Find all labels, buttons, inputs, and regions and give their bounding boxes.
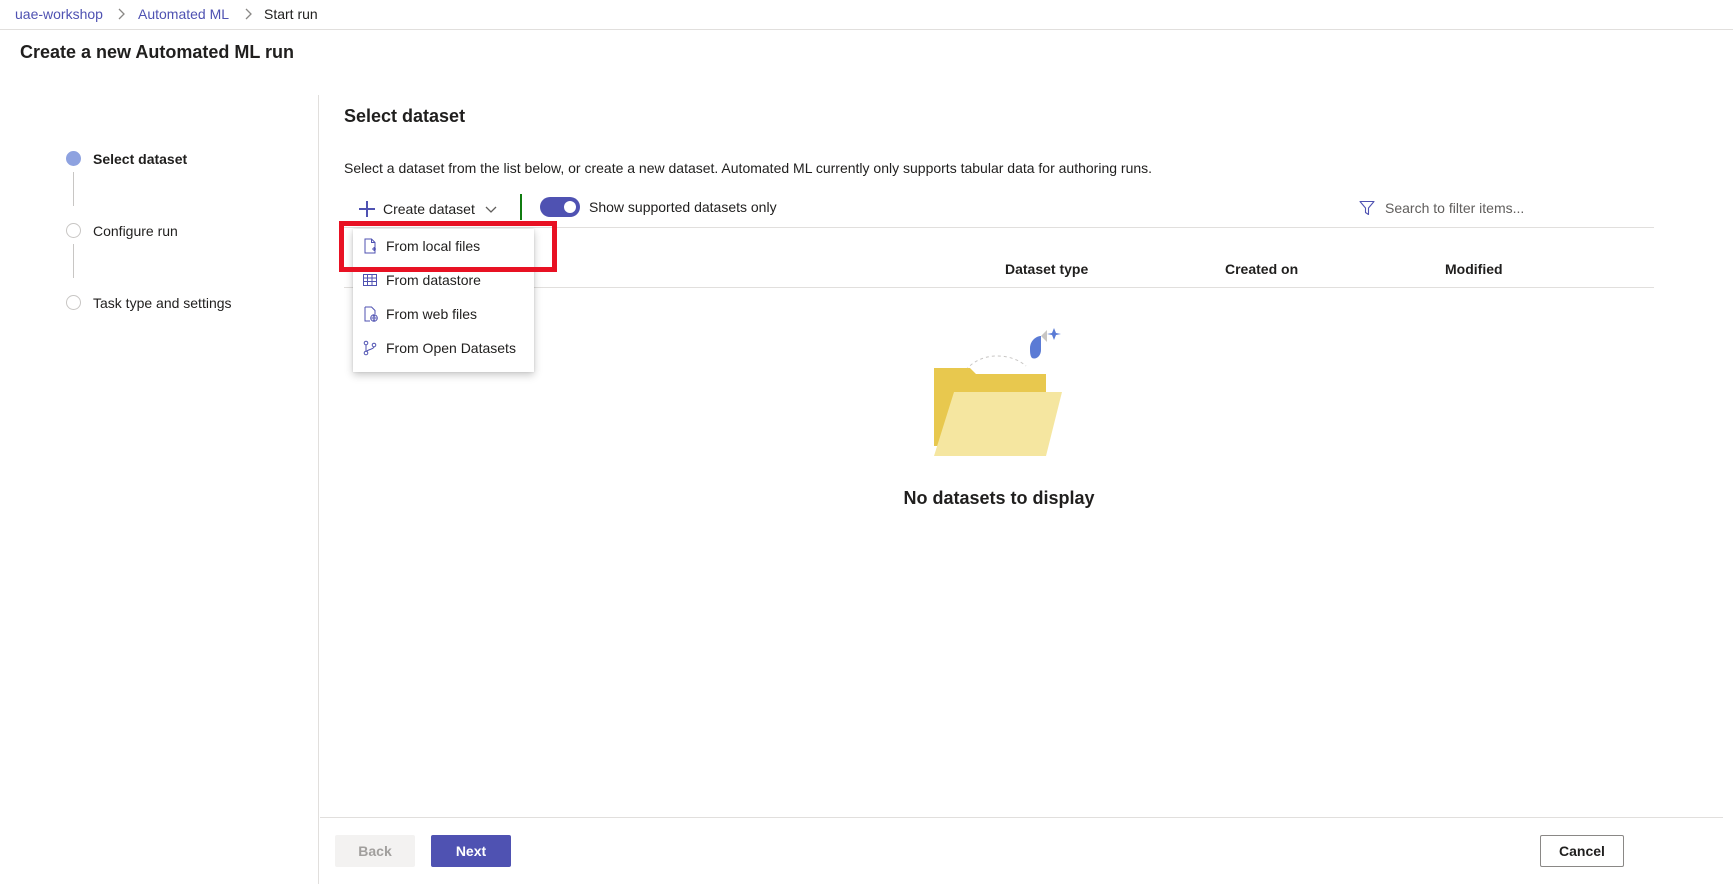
- breadcrumb-automl-link[interactable]: Automated ML: [138, 5, 229, 23]
- menu-item-from-datastore[interactable]: From datastore: [353, 263, 534, 297]
- create-dataset-button[interactable]: Create dataset: [359, 194, 497, 224]
- cancel-button[interactable]: Cancel: [1540, 835, 1624, 867]
- chevron-right-icon: [118, 8, 125, 20]
- web-file-icon: [364, 306, 378, 322]
- toolbar-divider: [520, 194, 522, 220]
- step-indicator-icon: [66, 151, 81, 166]
- menu-item-label: From Open Datasets: [386, 340, 516, 356]
- filter-icon: [1359, 200, 1375, 216]
- menu-item-from-open-datasets[interactable]: From Open Datasets: [353, 331, 534, 365]
- supported-datasets-toggle[interactable]: [540, 197, 580, 217]
- section-description: Select a dataset from the list below, or…: [344, 160, 1153, 176]
- toggle-knob: [564, 201, 576, 213]
- column-header-modified[interactable]: Modified: [1445, 260, 1503, 278]
- chevron-right-icon: [245, 8, 252, 20]
- file-add-icon: [364, 238, 376, 254]
- step-indicator-icon: [66, 223, 81, 238]
- next-button[interactable]: Next: [431, 835, 511, 867]
- column-header-created-on[interactable]: Created on: [1225, 260, 1298, 278]
- plus-icon: [359, 201, 375, 217]
- dataset-toolbar: Create dataset Show supported datasets o…: [344, 192, 1654, 228]
- chevron-down-icon: [485, 206, 497, 213]
- step-connector: [73, 244, 74, 278]
- toggle-label: Show supported datasets only: [589, 199, 777, 215]
- empty-folder-icon: [934, 328, 1062, 456]
- menu-item-label: From datastore: [386, 272, 481, 288]
- breadcrumb: uae-workshop Automated ML Start run: [0, 0, 1733, 30]
- column-header-dataset-type[interactable]: Dataset type: [1005, 260, 1088, 278]
- search-input[interactable]: Search to filter items...: [1359, 194, 1639, 224]
- create-dataset-label: Create dataset: [383, 201, 475, 217]
- step-label: Select dataset: [93, 151, 188, 167]
- menu-item-from-local-files[interactable]: From local files: [353, 229, 534, 263]
- wizard-stepper: Select dataset Configure run Task type a…: [0, 95, 319, 884]
- table-header: Dataset type Created on Modified: [344, 252, 1654, 288]
- step-indicator-icon: [66, 295, 81, 310]
- page-title: Create a new Automated ML run: [20, 42, 295, 62]
- create-dataset-menu: From local files From datastore From web…: [353, 229, 534, 372]
- menu-item-label: From local files: [386, 238, 481, 254]
- step-configure-run[interactable]: Configure run: [66, 220, 306, 242]
- step-label: Task type and settings: [93, 295, 232, 311]
- search-placeholder: Search to filter items...: [1385, 200, 1525, 216]
- menu-item-label: From web files: [386, 306, 478, 322]
- branch-icon: [363, 340, 377, 356]
- empty-state-message: No datasets to display: [903, 488, 1095, 508]
- breadcrumb-workspace-link[interactable]: uae-workshop: [15, 5, 103, 23]
- back-button[interactable]: Back: [335, 835, 415, 867]
- wizard-footer: Back Next Cancel: [320, 817, 1723, 884]
- breadcrumb-current: Start run: [264, 6, 318, 22]
- menu-item-from-web-files[interactable]: From web files: [353, 297, 534, 331]
- table-icon: [363, 274, 377, 286]
- step-task-type-settings[interactable]: Task type and settings: [66, 292, 306, 314]
- step-connector: [73, 172, 74, 206]
- step-select-dataset[interactable]: Select dataset: [66, 148, 306, 170]
- section-title: Select dataset: [344, 106, 466, 126]
- step-label: Configure run: [93, 223, 178, 239]
